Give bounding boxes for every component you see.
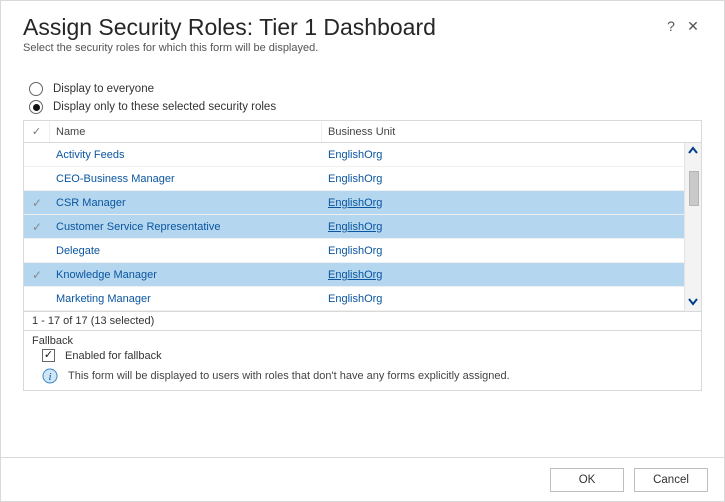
cancel-button[interactable]: Cancel [634, 468, 708, 492]
info-icon: i [42, 368, 58, 384]
scroll-up-icon[interactable] [685, 143, 701, 161]
fallback-section-label: Fallback [32, 335, 693, 347]
table-row[interactable]: ✓Knowledge ManagerEnglishOrg [24, 263, 701, 287]
column-business-unit[interactable]: Business Unit [322, 122, 622, 142]
role-name-link[interactable]: Delegate [50, 241, 322, 261]
table-row[interactable]: DelegateEnglishOrg [24, 239, 701, 263]
row-checkmark-icon[interactable]: ✓ [24, 268, 50, 282]
business-unit-link[interactable]: EnglishOrg [322, 241, 622, 261]
fallback-checkbox[interactable]: ✓ [42, 349, 55, 362]
dialog-footer: OK Cancel [1, 457, 724, 501]
radio-icon [29, 100, 43, 114]
radio-label: Display to everyone [53, 83, 154, 95]
radio-display-selected-roles[interactable]: Display only to these selected security … [29, 100, 702, 114]
grid-header: ✓ Name Business Unit [24, 121, 701, 143]
table-row[interactable]: ✓Customer Service RepresentativeEnglishO… [24, 215, 701, 239]
table-row[interactable]: Activity FeedsEnglishOrg [24, 143, 701, 167]
role-name-link[interactable]: Knowledge Manager [50, 265, 322, 285]
row-checkmark-icon[interactable]: ✓ [24, 220, 50, 234]
dialog-title: Assign Security Roles: Tier 1 Dashboard [23, 15, 436, 40]
help-icon[interactable]: ? [662, 17, 680, 35]
role-name-link[interactable]: Marketing Manager [50, 289, 322, 309]
fallback-info-text: This form will be displayed to users wit… [68, 370, 510, 382]
radio-label: Display only to these selected security … [53, 101, 276, 113]
role-name-link[interactable]: CEO-Business Manager [50, 169, 322, 189]
role-name-link[interactable]: CSR Manager [50, 193, 322, 213]
close-icon[interactable]: ✕ [684, 17, 702, 35]
scroll-thumb[interactable] [689, 171, 699, 206]
radio-display-everyone[interactable]: Display to everyone [29, 82, 702, 96]
dialog-subtitle: Select the security roles for which this… [23, 42, 436, 54]
pager-text: 1 - 17 of 17 (13 selected) [23, 312, 702, 331]
table-row[interactable]: ✓CSR ManagerEnglishOrg [24, 191, 701, 215]
ok-button[interactable]: OK [550, 468, 624, 492]
select-all-checkmark-icon[interactable]: ✓ [24, 121, 50, 142]
table-row[interactable]: Marketing ManagerEnglishOrg [24, 287, 701, 311]
vertical-scrollbar[interactable] [684, 143, 701, 311]
row-checkmark-icon[interactable]: ✓ [24, 196, 50, 210]
business-unit-link[interactable]: EnglishOrg [322, 289, 622, 309]
column-name[interactable]: Name [50, 122, 322, 142]
role-name-link[interactable]: Customer Service Representative [50, 217, 322, 237]
table-row[interactable]: CEO-Business ManagerEnglishOrg [24, 167, 701, 191]
fallback-enabled-label: Enabled for fallback [65, 350, 162, 362]
roles-grid: ✓ Name Business Unit Activity FeedsEngli… [23, 120, 702, 312]
business-unit-link[interactable]: EnglishOrg [322, 145, 622, 165]
business-unit-link[interactable]: EnglishOrg [322, 169, 622, 189]
business-unit-link[interactable]: EnglishOrg [322, 265, 622, 285]
role-name-link[interactable]: Activity Feeds [50, 145, 322, 165]
svg-text:i: i [48, 371, 51, 383]
radio-icon [29, 82, 43, 96]
scroll-down-icon[interactable] [685, 293, 701, 311]
business-unit-link[interactable]: EnglishOrg [322, 193, 622, 213]
business-unit-link[interactable]: EnglishOrg [322, 217, 622, 237]
